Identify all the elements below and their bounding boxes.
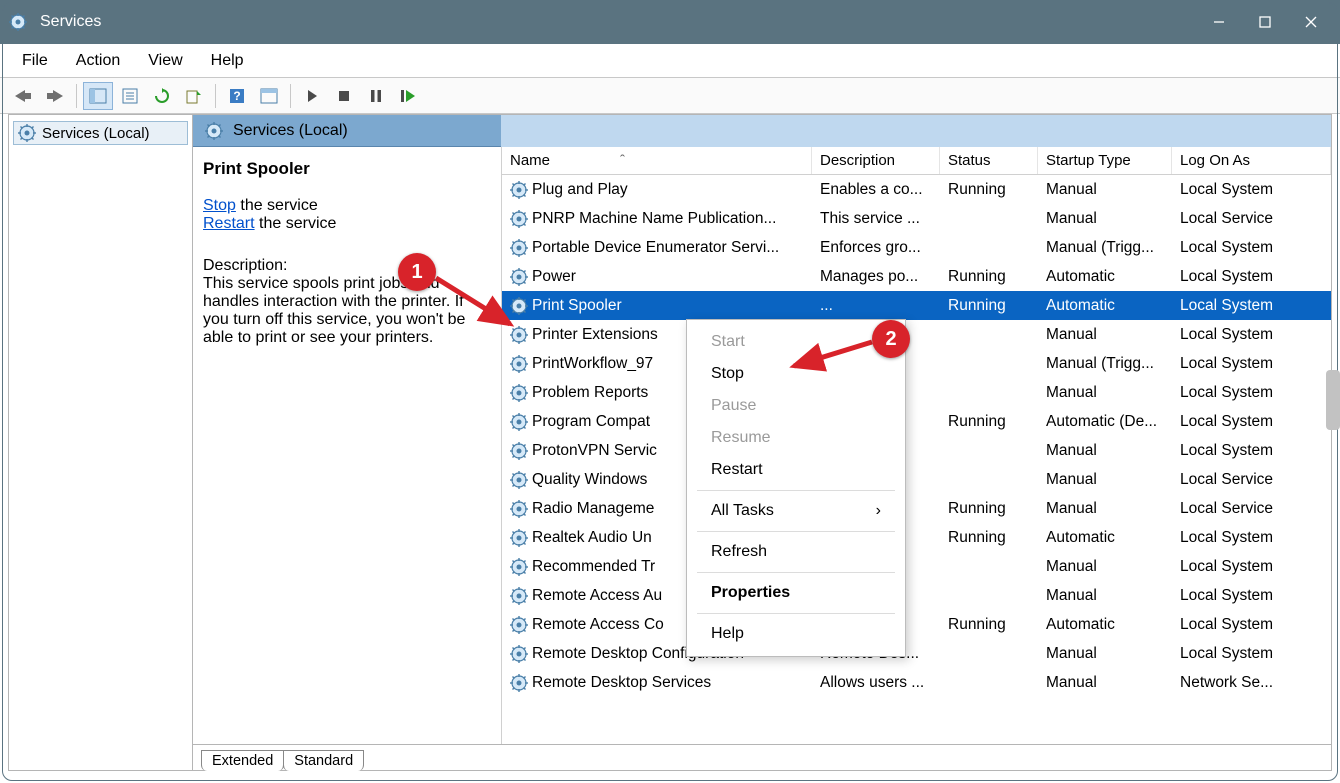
properties-toolbar-button[interactable] bbox=[115, 82, 145, 110]
restart-service-button[interactable] bbox=[393, 82, 423, 110]
table-row[interactable]: Realtek Audio Undi...RunningAutomaticLoc… bbox=[502, 523, 1331, 552]
col-startup[interactable]: Startup Type bbox=[1038, 147, 1172, 174]
table-row[interactable]: Radio Manageme...RunningManualLocal Serv… bbox=[502, 494, 1331, 523]
table-row[interactable]: PNRP Machine Name Publication...This ser… bbox=[502, 204, 1331, 233]
gear-icon bbox=[510, 587, 528, 605]
table-row[interactable]: Remote Desktop ConfigurationRemote Des..… bbox=[502, 639, 1331, 668]
col-description[interactable]: Description bbox=[812, 147, 940, 174]
toolbar-separator bbox=[76, 84, 77, 108]
gear-icon bbox=[18, 124, 36, 142]
table-row[interactable]: Portable Device Enumerator Servi...Enfor… bbox=[502, 233, 1331, 262]
pane-header-inactive bbox=[501, 115, 1331, 147]
selected-service-name: Print Spooler bbox=[203, 159, 491, 179]
refresh-toolbar-button[interactable] bbox=[147, 82, 177, 110]
menu-action[interactable]: Action bbox=[62, 48, 134, 74]
table-row[interactable]: Program Compate ...RunningAutomatic (De.… bbox=[502, 407, 1331, 436]
gear-icon bbox=[510, 355, 528, 373]
annotation-arrow-1 bbox=[432, 272, 522, 334]
table-row[interactable]: PowerManages po...RunningAutomaticLocal … bbox=[502, 262, 1331, 291]
forward-button[interactable] bbox=[40, 82, 70, 110]
menu-help[interactable]: Help bbox=[197, 48, 258, 74]
gear-icon bbox=[205, 122, 223, 140]
gear-icon bbox=[510, 442, 528, 460]
table-row[interactable]: Print Spooler...RunningAutomaticLocal Sy… bbox=[502, 291, 1331, 320]
annotation-arrow-2 bbox=[786, 336, 878, 376]
console-toolbar-button[interactable] bbox=[254, 82, 284, 110]
table-row[interactable]: Remote Desktop ServicesAllows users ...M… bbox=[502, 668, 1331, 697]
back-button[interactable] bbox=[8, 82, 38, 110]
titlebar: Services bbox=[0, 0, 1340, 44]
help-toolbar-button[interactable]: ? bbox=[222, 82, 252, 110]
app-icon bbox=[6, 10, 30, 34]
restart-link[interactable]: Restart bbox=[203, 215, 255, 232]
table-row[interactable]: Problem Reportse ...ManualLocal System bbox=[502, 378, 1331, 407]
gear-icon bbox=[510, 529, 528, 547]
ctx-resume: Resume bbox=[687, 422, 905, 454]
minimize-button[interactable] bbox=[1196, 0, 1242, 44]
menu-view[interactable]: View bbox=[134, 48, 196, 74]
toolbar-separator bbox=[215, 84, 216, 108]
svg-text:?: ? bbox=[233, 89, 240, 103]
toolbar-separator bbox=[290, 84, 291, 108]
tree-pane: Services (Local) bbox=[9, 115, 193, 770]
gear-icon bbox=[510, 239, 528, 257]
tab-extended[interactable]: Extended bbox=[201, 750, 284, 771]
service-list: Nameˆ Description Status Startup Type Lo… bbox=[501, 147, 1331, 770]
stop-service-button[interactable] bbox=[329, 82, 359, 110]
tab-standard[interactable]: Standard bbox=[283, 750, 364, 771]
menu-file[interactable]: File bbox=[8, 48, 62, 74]
pane-header: Services (Local) bbox=[193, 115, 1331, 147]
export-list-button[interactable] bbox=[179, 82, 209, 110]
gear-icon bbox=[510, 616, 528, 634]
table-row[interactable]: Quality Windowsi...ManualLocal Service bbox=[502, 465, 1331, 494]
ctx-properties[interactable]: Properties bbox=[687, 577, 905, 609]
tree-root-item[interactable]: Services (Local) bbox=[13, 121, 188, 145]
col-status[interactable]: Status bbox=[940, 147, 1038, 174]
gear-icon bbox=[510, 181, 528, 199]
col-name[interactable]: Nameˆ bbox=[502, 147, 812, 174]
maximize-button[interactable] bbox=[1242, 0, 1288, 44]
start-service-button[interactable] bbox=[297, 82, 327, 110]
gear-icon bbox=[510, 645, 528, 663]
close-button[interactable] bbox=[1288, 0, 1334, 44]
table-row[interactable]: ProtonVPN ServicManualLocal System bbox=[502, 436, 1331, 465]
table-row[interactable]: Printer Extensions...ManualLocal System bbox=[502, 320, 1331, 349]
col-logon[interactable]: Log On As bbox=[1172, 147, 1331, 174]
table-row[interactable]: PrintWorkflow_97Manual (Trigg...Local Sy… bbox=[502, 349, 1331, 378]
show-hide-tree-button[interactable] bbox=[83, 82, 113, 110]
pane-title: Services (Local) bbox=[233, 122, 348, 140]
gear-icon bbox=[510, 413, 528, 431]
gear-icon bbox=[510, 674, 528, 692]
gear-icon bbox=[510, 471, 528, 489]
toolbar: ? bbox=[0, 78, 1340, 114]
ctx-refresh[interactable]: Refresh bbox=[687, 536, 905, 568]
tree-root-label: Services (Local) bbox=[42, 125, 150, 142]
ctx-pause: Pause bbox=[687, 390, 905, 422]
menubar: File Action View Help bbox=[0, 44, 1340, 78]
gear-icon bbox=[510, 210, 528, 228]
ctx-restart[interactable]: Restart bbox=[687, 454, 905, 486]
stop-link[interactable]: Stop bbox=[203, 197, 236, 214]
table-row[interactable]: Recommended Trut...ManualLocal System bbox=[502, 552, 1331, 581]
scrollbar-thumb[interactable] bbox=[1326, 370, 1340, 430]
view-tabs: Extended Standard bbox=[193, 744, 1331, 770]
annotation-badge-2: 2 bbox=[872, 320, 910, 358]
annotation-badge-1: 1 bbox=[398, 253, 436, 291]
gear-icon bbox=[510, 500, 528, 518]
client-area: Services (Local) Services (Local) Print … bbox=[8, 114, 1332, 771]
gear-icon bbox=[510, 384, 528, 402]
pause-service-button[interactable] bbox=[361, 82, 391, 110]
ctx-help[interactable]: Help bbox=[687, 618, 905, 650]
table-row[interactable]: Remote Access Auco...ManualLocal System bbox=[502, 581, 1331, 610]
gear-icon bbox=[510, 558, 528, 576]
description-pane: Print Spooler Stop the service Restart t… bbox=[193, 147, 501, 770]
chevron-right-icon: › bbox=[876, 502, 881, 520]
window-title: Services bbox=[40, 13, 1196, 31]
list-header: Nameˆ Description Status Startup Type Lo… bbox=[502, 147, 1331, 175]
table-row[interactable]: Remote Access Codi...RunningAutomaticLoc… bbox=[502, 610, 1331, 639]
ctx-all-tasks[interactable]: All Tasks› bbox=[687, 495, 905, 527]
table-row[interactable]: Plug and PlayEnables a co...RunningManua… bbox=[502, 175, 1331, 204]
